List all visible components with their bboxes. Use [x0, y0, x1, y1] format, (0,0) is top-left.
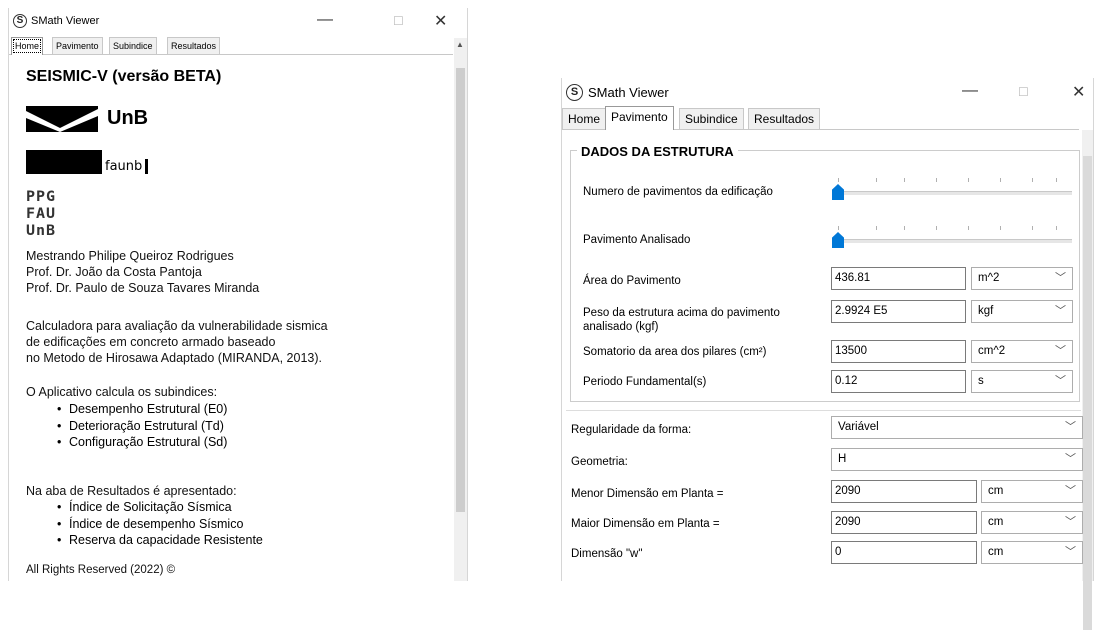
unb-logo-text: UnB — [107, 107, 149, 129]
maior-dimensao-input[interactable]: 2090 — [831, 511, 977, 534]
group-title: DADOS DA ESTRUTURA — [577, 144, 738, 159]
vertical-scrollbar[interactable]: ▲ — [454, 38, 467, 581]
copyright-footer: All Rights Reserved (2022) © — [26, 564, 176, 576]
maximize-icon[interactable]: ☐ — [393, 14, 404, 28]
resultados-list: Índice de Solicitação Sísmica Índice de … — [69, 499, 263, 549]
periodo-label: Periodo Fundamental(s) — [583, 376, 707, 388]
subindices-intro: O Aplicativo calcula os subindices: — [26, 385, 218, 399]
peso-unit-select[interactable]: kgf ﹀ — [971, 300, 1073, 323]
area-input[interactable]: 436.81 — [831, 267, 966, 290]
regularidade-select[interactable]: Variável ﹀ — [831, 416, 1083, 439]
maior-dimensao-unit-select[interactable]: cm ﹀ — [981, 511, 1083, 534]
maximize-icon[interactable]: ☐ — [1018, 85, 1029, 99]
close-icon[interactable]: ✕ — [434, 11, 447, 31]
unb-logo-mark-icon — [26, 106, 98, 132]
pavimento-analisado-slider[interactable] — [832, 226, 1072, 250]
periodo-input[interactable]: 0.12 — [831, 370, 966, 393]
description-block: Calculadora para avaliação da vulnerabil… — [26, 319, 328, 365]
pavimento-analisado-label: Pavimento Analisado — [583, 234, 691, 246]
chevron-down-icon: ﹀ — [1065, 485, 1076, 497]
tab-resultados[interactable]: Resultados — [167, 37, 221, 55]
smath-icon: S — [566, 84, 583, 101]
chevron-down-icon: ﹀ — [1065, 421, 1076, 433]
vertical-scrollbar[interactable] — [1082, 130, 1093, 630]
slider-thumb[interactable] — [832, 232, 844, 248]
smath-icon: S — [13, 14, 27, 28]
pilares-input[interactable]: 13500 — [831, 340, 966, 363]
list-item: Reserva da capacidade Resistente — [69, 532, 263, 549]
area-unit-select[interactable]: m^2 ﹀ — [971, 267, 1073, 290]
list-item: Desempenho Estrutural (E0) — [69, 401, 227, 418]
w-dimensao-label: Dimensão "w" — [571, 548, 643, 560]
chevron-down-icon: ﹀ — [1055, 375, 1066, 387]
chevron-down-icon: ﹀ — [1055, 272, 1066, 284]
num-pavimentos-slider[interactable] — [832, 178, 1072, 202]
w-dimensao-input[interactable]: 0 — [831, 541, 977, 564]
regularidade-label: Regularidade da forma: — [571, 424, 692, 436]
peso-label: Peso da estrutura acima do pavimento ana… — [583, 307, 780, 333]
list-item: Deterioração Estrutural (Td) — [69, 418, 227, 435]
title-bar: S SMath Viewer — ☐ ✕ — [9, 8, 467, 36]
w-dimensao-unit-select[interactable]: cm ﹀ — [981, 541, 1083, 564]
slider-thumb[interactable] — [832, 184, 844, 200]
chevron-down-icon: ﹀ — [1055, 305, 1066, 317]
chevron-down-icon: ﹀ — [1065, 546, 1076, 558]
tab-pavimento[interactable]: Pavimento — [52, 37, 103, 55]
pilares-unit-select[interactable]: cm^2 ﹀ — [971, 340, 1073, 363]
tab-subindice[interactable]: Subindice — [109, 37, 157, 55]
window-title: SMath Viewer — [588, 85, 669, 100]
scroll-thumb[interactable] — [1083, 156, 1092, 630]
close-icon[interactable]: ✕ — [1072, 82, 1085, 102]
geometria-select[interactable]: H ﹀ — [831, 448, 1083, 471]
subindices-list: Desempenho Estrutural (E0) Deterioração … — [69, 401, 227, 451]
tab-home[interactable]: Home — [11, 37, 44, 55]
geometria-label: Geometria: — [571, 456, 628, 468]
home-window: S SMath Viewer — ☐ ✕ Home Pavimento Subi… — [8, 8, 468, 581]
chevron-down-icon: ﹀ — [1065, 453, 1076, 465]
chevron-down-icon: ﹀ — [1055, 345, 1066, 357]
maior-dimensao-label: Maior Dimensão em Planta = — [571, 518, 720, 530]
chevron-down-icon: ﹀ — [1065, 516, 1076, 528]
minimize-icon[interactable]: — — [317, 11, 333, 29]
area-label: Área do Pavimento — [583, 275, 681, 287]
list-item: Configuração Estrutural (Sd) — [69, 434, 227, 451]
menor-dimensao-unit-select[interactable]: cm ﹀ — [981, 480, 1083, 503]
window-title: SMath Viewer — [31, 15, 100, 27]
tab-pavimento[interactable]: Pavimento — [605, 106, 674, 130]
peso-input[interactable]: 2.9924 E5 — [831, 300, 966, 323]
tab-resultados[interactable]: Resultados — [748, 108, 821, 130]
list-item: Índice de Solicitação Sísmica — [69, 499, 263, 516]
pilares-label: Somatorio da area dos pilares (cm²) — [583, 346, 767, 358]
list-item: Índice de desempenho Sísmico — [69, 516, 263, 533]
periodo-unit-select[interactable]: s ﹀ — [971, 370, 1073, 393]
tab-subindice[interactable]: Subindice — [679, 108, 744, 130]
ppg-fau-logo: PPG FAU UnB — [26, 187, 57, 239]
scroll-thumb[interactable] — [456, 68, 465, 512]
menor-dimensao-label: Menor Dimensão em Planta = — [571, 488, 724, 500]
app-heading: SEISMIC-V (versão BETA) — [26, 68, 222, 85]
scroll-up-icon[interactable]: ▲ — [456, 40, 464, 49]
title-bar: S SMath Viewer — ☐ ✕ — [562, 78, 1093, 106]
minimize-icon[interactable]: — — [962, 82, 978, 100]
pavimento-window: S SMath Viewer — ☐ ✕ Home Pavimento Subi… — [561, 78, 1094, 630]
resultados-intro: Na aba de Resultados é apresentado: — [26, 484, 237, 498]
faunb-logo-text: faunb — [105, 159, 149, 174]
menor-dimensao-input[interactable]: 2090 — [831, 480, 977, 503]
tab-home[interactable]: Home — [562, 108, 607, 130]
authors-block: Mestrando Philipe Queiroz Rodrigues Prof… — [26, 249, 260, 295]
num-pavimentos-label: Numero de pavimentos da edificação — [583, 186, 773, 198]
